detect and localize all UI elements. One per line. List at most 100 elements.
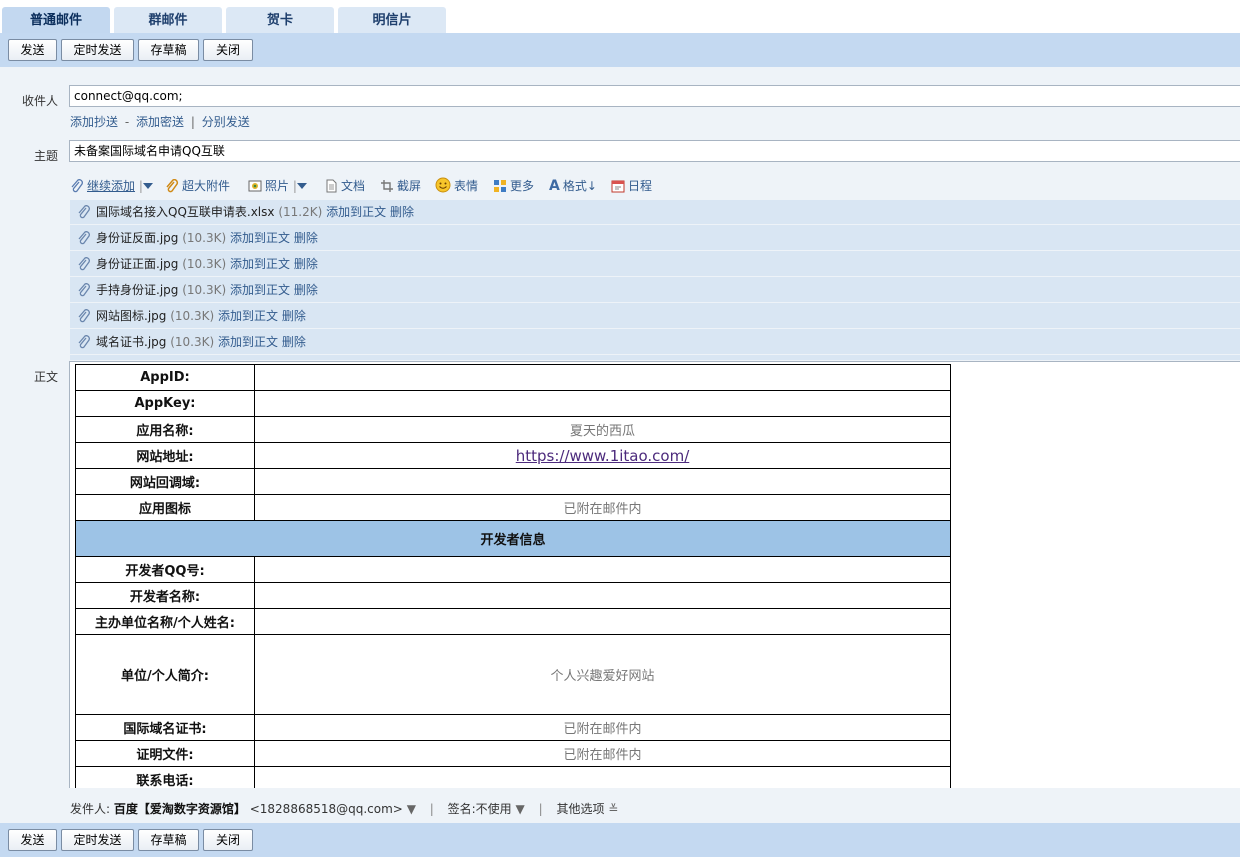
add-bcc-link[interactable]: 添加密送 [136,115,184,129]
photo-label: 照片 [265,179,290,193]
sender-bar: 发件人: 百度【爱淘数字资源馆】 <1828868518@qq.com> ▼ |… [70,800,618,817]
paperclip-icon [78,205,90,219]
separate-send-link[interactable]: 分别发送 [202,115,250,129]
phone-value[interactable] [254,766,951,788]
divider: | [538,802,543,816]
document-button[interactable]: 文档 [324,177,365,195]
delete-link[interactable]: 删除 [294,231,318,245]
save-draft-button[interactable]: 存草稿 [138,829,199,851]
add-cc-link[interactable]: 添加抄送 [70,115,118,129]
table-row: 国际域名证书: 已附在邮件内 [75,714,951,741]
big-attachment-button[interactable]: 超大附件 [165,177,230,195]
top-toolbar: 发送 定时发送 存草稿 关闭 [0,33,1240,67]
sponsor-value[interactable] [254,608,951,635]
table-row: AppID: [75,364,951,391]
add-to-body-link[interactable]: 添加到正文 [326,205,386,219]
app-name-label: 应用名称: [75,416,255,443]
app-name-value[interactable]: 夏天的西瓜 [254,416,951,443]
signature-dropdown-icon[interactable]: ▼ [516,802,525,816]
attachment-item: 域名证书.jpg (10.3K) 添加到正文 删除 [70,330,1240,355]
intro-label: 单位/个人简介: [75,634,255,715]
tab-greeting-card[interactable]: 贺卡 [226,7,334,33]
tab-postcard[interactable]: 明信片 [338,7,446,33]
phone-label: 联系电话: [75,766,255,788]
callback-value[interactable] [254,468,951,495]
dev-name-label: 开发者名称: [75,582,255,609]
attachment-item: 网站图标.jpg (10.3K) 添加到正文 删除 [70,304,1240,329]
send-button[interactable]: 发送 [8,39,57,61]
double-chevron-down-icon[interactable]: ≚ [608,802,618,816]
add-to-body-link[interactable]: 添加到正文 [230,231,290,245]
table-row: 网站地址: https://www.1itao.com/ [75,442,951,469]
app-icon-value[interactable]: 已附在邮件内 [254,494,951,521]
appid-label: AppID: [75,364,255,391]
close-button[interactable]: 关闭 [203,829,253,851]
photo-button[interactable]: 照片 | [248,177,307,195]
table-row: 开发者QQ号: [75,556,951,583]
delete-link[interactable]: 删除 [282,309,306,323]
dev-qq-value[interactable] [254,556,951,583]
domain-cert-label: 国际域名证书: [75,714,255,741]
developer-info-heading: 开发者信息 [75,520,951,557]
sender-email[interactable]: <1828868518@qq.com> [250,802,403,816]
delete-link[interactable]: 删除 [390,205,414,219]
close-button[interactable]: 关闭 [203,39,253,61]
subject-field[interactable]: 未备案国际域名申请QQ互联 [69,140,1240,162]
appid-value[interactable] [254,364,951,391]
attachment-size: (10.3K) [170,335,215,349]
body-editor[interactable]: AppID: AppKey: 应用名称: 夏天的西瓜 网站地址: https://w… [69,361,1240,788]
paperclip-icon [166,179,179,193]
scheduled-send-button[interactable]: 定时发送 [61,829,134,851]
delete-link[interactable]: 删除 [294,257,318,271]
site-url-link[interactable]: https://www.1itao.com/ [516,447,690,465]
add-to-body-link[interactable]: 添加到正文 [218,309,278,323]
add-to-body-link[interactable]: 添加到正文 [218,335,278,349]
more-button[interactable]: 更多 [493,177,534,195]
table-row: 证明文件: 已附在邮件内 [75,740,951,767]
continue-add-button[interactable]: 继续添加 | [70,177,153,195]
tab-group-mail[interactable]: 群邮件 [114,7,222,33]
table-row: 应用图标 已附在邮件内 [75,494,951,521]
attachment-size: (10.3K) [182,283,227,297]
paperclip-icon [78,309,90,323]
attachment-name: 手持身份证.jpg [96,283,179,297]
delete-link[interactable]: 删除 [282,335,306,349]
format-button[interactable]: A 格式↓ [549,177,597,195]
document-icon [326,179,337,193]
attachment-size: (10.3K) [182,231,227,245]
to-field[interactable]: connect@qq.com; [69,85,1240,107]
font-a-icon: A [549,178,560,194]
screenshot-button[interactable]: 截屏 [380,177,421,195]
tab-normal-mail[interactable]: 普通邮件 [2,7,110,33]
appkey-value[interactable] [254,390,951,417]
smiley-icon [435,177,451,193]
signature-select[interactable]: 不使用 [476,802,512,816]
signature-label: 签名: [447,802,476,816]
screenshot-label: 截屏 [397,179,422,193]
add-to-body-link[interactable]: 添加到正文 [230,257,290,271]
bottom-toolbar: 发送 定时发送 存草稿 关闭 [0,823,1240,857]
save-draft-button[interactable]: 存草稿 [138,39,199,61]
app-icon-label: 应用图标 [75,494,255,521]
sender-dropdown-icon[interactable]: ▼ [407,802,416,816]
table-row: 应用名称: 夏天的西瓜 [75,416,951,443]
intro-value[interactable]: 个人兴趣爱好网站 [254,634,951,715]
paperclip-icon [78,231,90,245]
scheduled-send-button[interactable]: 定时发送 [61,39,134,61]
big-attachment-label: 超大附件 [182,179,231,193]
dev-name-value[interactable] [254,582,951,609]
attachment-name: 网站图标.jpg [96,309,167,323]
delete-link[interactable]: 删除 [294,283,318,297]
schedule-button[interactable]: 日程 [611,177,652,195]
domain-cert-value[interactable]: 已附在邮件内 [254,714,951,741]
table-row: 单位/个人简介: 个人兴趣爱好网站 [75,634,951,715]
other-options-toggle[interactable]: 其他选项 [556,802,604,816]
dropdown-arrow-icon[interactable] [296,182,307,190]
emoji-button[interactable]: 表情 [435,177,478,195]
send-button[interactable]: 发送 [8,829,57,851]
dropdown-arrow-icon[interactable] [142,182,153,190]
proof-value[interactable]: 已附在邮件内 [254,740,951,767]
emoji-label: 表情 [454,179,479,193]
table-row: 联系电话: [75,766,951,788]
add-to-body-link[interactable]: 添加到正文 [230,283,290,297]
